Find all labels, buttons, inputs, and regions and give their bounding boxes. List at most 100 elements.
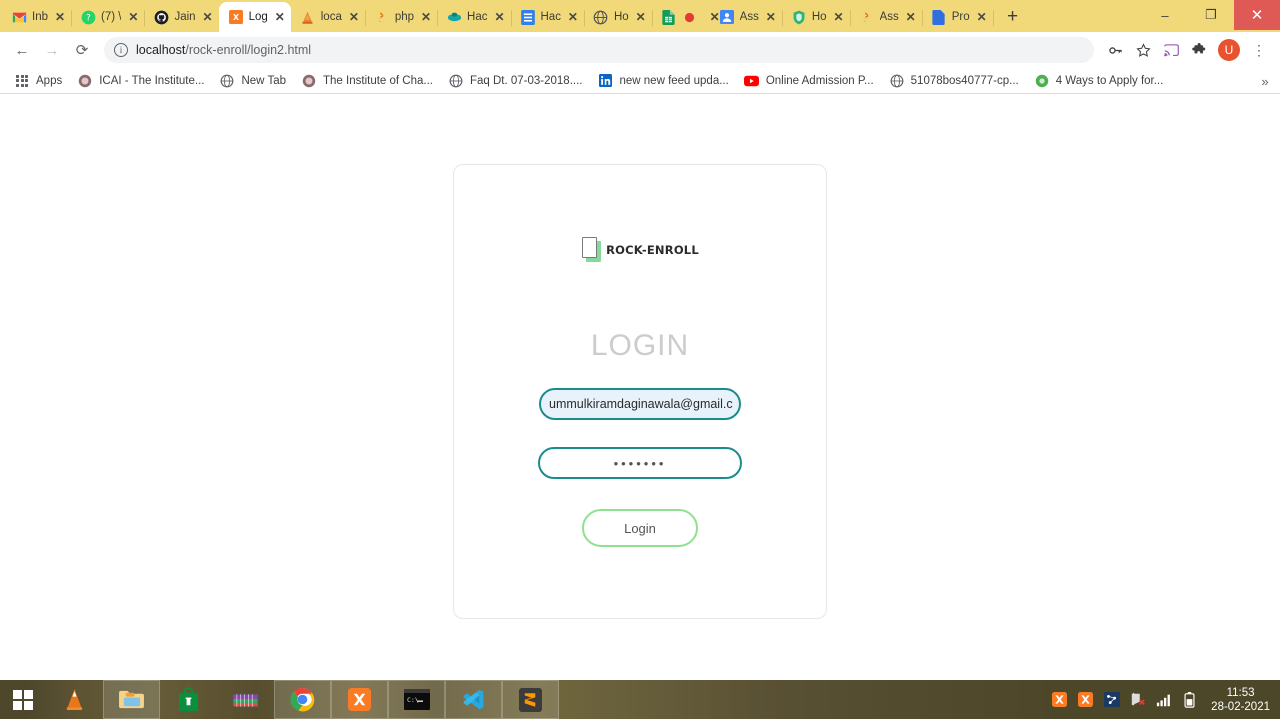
xampp-tray-icon[interactable] <box>1051 691 1068 708</box>
phpmyadmin-icon <box>300 9 316 25</box>
clock-time: 11:53 <box>1226 686 1255 699</box>
url-path: /rock-enroll/login2.html <box>185 43 312 57</box>
xampp-icon <box>228 9 244 25</box>
tab-close-icon[interactable]: ✕ <box>975 10 989 24</box>
battery-icon[interactable] <box>1181 691 1198 708</box>
bookmark-apps[interactable]: Apps <box>8 70 68 92</box>
reload-button[interactable]: ⟳ <box>68 36 96 64</box>
tab-title: Ho <box>811 11 827 23</box>
browser-tab-4[interactable]: loca ✕ <box>291 2 366 32</box>
clock-date: 28-02-2021 <box>1211 700 1270 713</box>
browser-tab-7[interactable]: Hac ✕ <box>511 2 585 32</box>
network-error-icon[interactable] <box>1129 691 1146 708</box>
page-title: LOGIN <box>590 329 690 362</box>
tab-close-icon[interactable]: ✕ <box>904 10 918 24</box>
windows-start-icon[interactable] <box>0 680 46 719</box>
winrar-icon[interactable] <box>217 680 274 719</box>
chrome-icon[interactable] <box>274 680 331 719</box>
browser-tab-6[interactable]: Hac ✕ <box>437 2 512 32</box>
network-activity-icon[interactable] <box>1103 691 1120 708</box>
password-key-icon[interactable] <box>1102 37 1128 63</box>
profile-avatar[interactable]: U <box>1218 39 1240 61</box>
bookmark-item-8[interactable]: 4 Ways to Apply for... <box>1028 70 1170 92</box>
book-page-icon <box>581 237 603 263</box>
tab-close-icon[interactable]: ✕ <box>201 10 215 24</box>
minimize-button[interactable]: – <box>1142 0 1188 30</box>
bookmarks-overflow-icon[interactable]: » <box>1256 72 1274 90</box>
icai-icon <box>301 73 317 89</box>
forward-button[interactable]: → <box>38 36 66 64</box>
tab-close-icon[interactable]: ✕ <box>126 10 140 24</box>
address-bar[interactable]: i localhost/rock-enroll/login2.html <box>104 37 1094 63</box>
tab-title: Ass <box>739 11 759 23</box>
green-circle-icon <box>1034 73 1050 89</box>
cast-icon[interactable] <box>1158 37 1184 63</box>
bookmark-item-5[interactable]: new new feed upda... <box>591 70 734 92</box>
browser-tab-0[interactable]: Inb ✕ <box>2 2 72 32</box>
blue-document-icon <box>520 9 536 25</box>
vlc-icon[interactable] <box>46 680 103 719</box>
browser-tab-8[interactable]: Ho ✕ <box>584 2 653 32</box>
tab-close-icon[interactable]: ✕ <box>53 10 67 24</box>
browser-toolbar: ← → ⟳ i localhost/rock-enroll/login2.htm… <box>0 32 1280 68</box>
bookmark-item-6[interactable]: Online Admission P... <box>738 70 880 92</box>
login-button[interactable]: Login <box>582 509 698 547</box>
google-contacts-icon <box>719 9 735 25</box>
xampp-icon[interactable] <box>331 680 388 719</box>
email-input[interactable]: ummulkiramdaginawala@gmail.c <box>539 388 741 420</box>
xampp-tray-icon-2[interactable] <box>1077 691 1094 708</box>
tab-close-icon[interactable]: ✕ <box>566 10 580 24</box>
browser-tab-2[interactable]: Jain ✕ <box>144 2 220 32</box>
signal-bars-icon[interactable] <box>1155 691 1172 708</box>
tab-close-icon[interactable]: ✕ <box>273 10 287 24</box>
browser-tab-3-active[interactable]: Log ✕ <box>218 2 291 32</box>
browser-tab-5[interactable]: php ✕ <box>365 2 439 32</box>
tab-close-icon[interactable]: ✕ <box>419 10 433 24</box>
tab-title: Ass <box>879 11 899 23</box>
tab-title: Hac <box>540 11 561 23</box>
sublime-text-icon[interactable] <box>502 680 559 719</box>
file-explorer-icon[interactable] <box>103 680 160 719</box>
vscode-icon[interactable] <box>445 680 502 719</box>
svg-text:C:\: C:\ <box>407 696 419 704</box>
command-prompt-icon[interactable]: C:\ <box>388 680 445 719</box>
brand-name: ROCK-ENROLL <box>606 243 699 257</box>
tab-close-icon[interactable]: ✕ <box>347 10 361 24</box>
tab-title: Hac <box>467 11 488 23</box>
browser-tab-12[interactable]: Ass ✕ <box>850 2 923 32</box>
maximize-button[interactable]: ❐ <box>1188 0 1234 30</box>
browser-tab-9[interactable]: ✕ <box>652 2 720 32</box>
extensions-puzzle-icon[interactable] <box>1186 37 1212 63</box>
bookmark-label: New Tab <box>241 74 287 87</box>
bookmark-star-icon[interactable] <box>1130 37 1156 63</box>
bookmark-item-7[interactable]: 51078bos40777-cp... <box>883 70 1025 92</box>
tab-title: Pro <box>951 11 970 23</box>
google-sheets-icon <box>661 9 677 25</box>
gmail-icon <box>11 9 27 25</box>
bookmark-item-2[interactable]: New Tab <box>213 70 292 92</box>
browser-tab-1[interactable]: ? (7) \ ✕ <box>71 2 146 32</box>
bookmark-label: The Institute of Cha... <box>323 74 433 87</box>
tab-close-icon[interactable]: ✕ <box>764 10 778 24</box>
bookmark-item-1[interactable]: ICAI - The Institute... <box>71 70 210 92</box>
browser-tab-11[interactable]: Ho ✕ <box>782 2 851 32</box>
teal-badge-icon <box>446 9 462 25</box>
bookmark-item-3[interactable]: The Institute of Cha... <box>295 70 439 92</box>
browser-tab-10[interactable]: Ass ✕ <box>710 2 783 32</box>
close-button[interactable]: ✕ <box>1234 0 1280 30</box>
tab-close-icon[interactable]: ✕ <box>493 10 507 24</box>
new-tab-button[interactable]: + <box>999 3 1027 31</box>
bookmark-item-4[interactable]: Faq Dt. 07-03-2018.... <box>442 70 589 92</box>
microsoft-store-icon[interactable] <box>160 680 217 719</box>
bookmarks-bar: Apps ICAI - The Institute... New Tab The… <box>0 68 1280 94</box>
tab-close-icon[interactable]: ✕ <box>832 10 846 24</box>
back-button[interactable]: ← <box>8 36 36 64</box>
tab-close-icon[interactable]: ✕ <box>634 10 648 24</box>
url-text: localhost/rock-enroll/login2.html <box>136 43 311 57</box>
bookmark-label: 4 Ways to Apply for... <box>1055 74 1164 87</box>
site-info-icon[interactable]: i <box>114 43 128 57</box>
password-input[interactable]: ••••••• <box>538 447 742 479</box>
chrome-menu-icon[interactable]: ⋮ <box>1246 37 1272 63</box>
taskbar-clock[interactable]: 11:53 28-02-2021 <box>1211 686 1270 714</box>
browser-tab-13[interactable]: Pro ✕ <box>922 2 994 32</box>
